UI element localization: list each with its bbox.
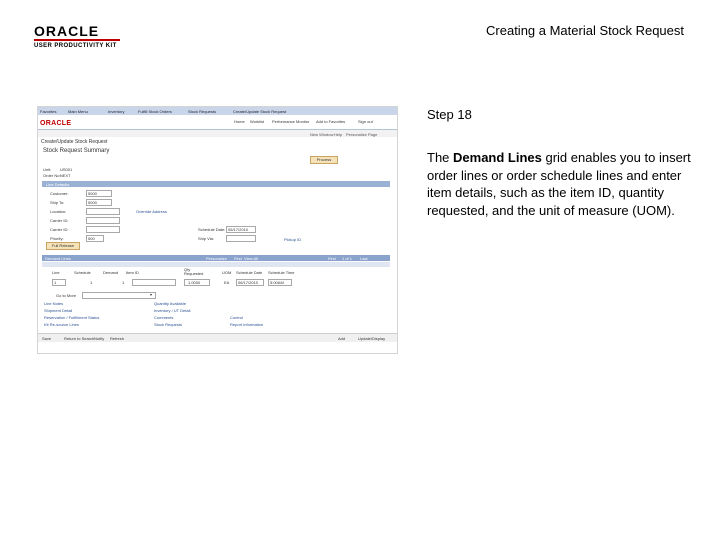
row-uom: EA (224, 280, 230, 285)
link-new-window[interactable]: New Window (310, 132, 333, 137)
summary-heading: Stock Request Summary (43, 148, 110, 154)
page-title: Creating a Material Stock Request (486, 23, 684, 38)
nav-stock-requests[interactable]: Stock Requests (188, 109, 216, 114)
footer-update-display[interactable]: Update/Display (358, 336, 385, 341)
link-line-notes[interactable]: Line Notes (44, 301, 63, 306)
field-label-location: Location: (50, 209, 67, 214)
col-schedule-date: Schedule Date (236, 270, 263, 275)
row-time: 5:00AM (270, 280, 284, 285)
link-shipment-detail[interactable]: Shipment Detail (44, 308, 72, 313)
footer-notify[interactable]: Notify (94, 336, 104, 341)
item-id-input[interactable] (132, 279, 176, 286)
row-demand: 1 (122, 280, 125, 285)
line-defaults-title: Line Defaults (46, 182, 70, 187)
footer-add[interactable]: Add (338, 336, 345, 341)
row-qty: 1.0000 (188, 280, 201, 285)
shipto-value: 5000 (88, 200, 97, 205)
grid-tab-row (42, 262, 390, 267)
grid-last[interactable]: Last (360, 256, 368, 261)
location-input[interactable] (86, 208, 120, 215)
schedule-date-value: 06/17/2010 (228, 227, 249, 232)
link-personalize[interactable]: Personalize Page (346, 132, 377, 137)
col-schedule-time: Schedule Time (268, 270, 295, 275)
process-button[interactable]: Process (310, 156, 338, 164)
col-demand: Demand (103, 270, 119, 275)
desc-bold: Demand Lines (453, 150, 542, 165)
carrier-input[interactable] (86, 217, 120, 224)
link-stock-requests[interactable]: Stock Requests (154, 322, 182, 327)
demand-lines-title: Demand Lines (45, 256, 71, 261)
col-item-id: Item ID (126, 270, 139, 275)
logo-main-text: ORACLE (34, 23, 100, 39)
order-label: Order No: (43, 173, 61, 178)
logo-sub-text: USER PRODUCTIVITY KIT (34, 43, 117, 49)
link-performance[interactable]: Performance Monitor (272, 119, 309, 124)
col-uom: UOM (222, 270, 232, 275)
app-oracle-logo: ORACLE (40, 120, 72, 127)
link-reservation[interactable]: Reservation / Fulfillment Status (44, 315, 99, 320)
field-label-shipto: Ship To: (50, 200, 65, 205)
nav-create-update[interactable]: Create/Update Stock Request (233, 109, 286, 114)
link-worklist[interactable]: Worklist (250, 119, 264, 124)
grid-personalize[interactable]: Personalize (206, 256, 227, 261)
carrier-input-2[interactable] (86, 226, 120, 233)
link-signout[interactable]: Sign out (358, 119, 373, 124)
link-report-info[interactable]: Report Information (230, 322, 263, 327)
order-value: NEXT (60, 173, 71, 178)
go-to-select[interactable] (82, 292, 156, 299)
link-control[interactable]: Control (230, 315, 243, 320)
grid-view-all[interactable]: View All (244, 256, 258, 261)
go-to-label: Go to More (56, 293, 77, 298)
col-line: Line (52, 270, 60, 275)
ship-via-input[interactable] (226, 235, 256, 242)
footer-return-search[interactable]: Return to Search (64, 336, 94, 341)
grid-first[interactable]: First (328, 256, 336, 261)
row-date: 06/17/2010 (238, 280, 259, 285)
step-label: Step 18 (427, 107, 472, 122)
unit-value: US001 (60, 167, 73, 172)
full-release-button[interactable]: Full Release (46, 242, 80, 250)
row-schedule: 1 (90, 280, 93, 285)
link-quantity-available[interactable]: Quantity Available (154, 301, 186, 306)
link-home[interactable]: Home (234, 119, 245, 124)
app-page-heading: Create/Update Stock Request (41, 139, 108, 145)
link-comments[interactable]: Comments (154, 315, 173, 320)
override-address-link[interactable]: Override Address (136, 209, 167, 214)
breadcrumb-nav: Favorites Main Menu Inventory Fulfill St… (38, 107, 397, 115)
grid-find[interactable]: Find (234, 256, 242, 261)
field-label-customer: Customer: (50, 191, 69, 196)
footer-save[interactable]: Save (42, 336, 51, 341)
field-label-carrier: Carrier ID: (50, 218, 69, 223)
ship-via-label: Ship Via: (198, 236, 214, 241)
col-qty-requested: Qty Requested (184, 267, 204, 276)
schedule-date-label: Schedule Date: (198, 227, 226, 232)
link-kit-resource[interactable]: Kit Re-source Lines (44, 322, 79, 327)
col-schedule: Schedule (74, 270, 91, 275)
nav-favorites[interactable]: Favorites (40, 109, 56, 114)
utility-band: New Window Help Personalize Page (38, 130, 397, 137)
customer-value: 5000 (88, 191, 97, 196)
row-line: 1 (54, 280, 57, 285)
link-favorites[interactable]: Add to Favorites (316, 119, 345, 124)
field-label-priority: Priority: (50, 236, 64, 241)
pickup-link[interactable]: Pickup ID (284, 237, 301, 242)
footer-refresh[interactable]: Refresh (110, 336, 124, 341)
priority-value: 500 (88, 236, 95, 241)
grid-count: 1 of 1 (342, 256, 353, 261)
step-description: The Demand Lines grid enables you to ins… (427, 149, 695, 219)
field-label-carrier-2: Carrier ID: (50, 227, 69, 232)
chevron-down-icon: ▾ (150, 292, 153, 297)
unit-label: Unit: (43, 167, 52, 172)
line-defaults-bar[interactable] (42, 181, 390, 187)
nav-main-menu[interactable]: Main Menu (68, 109, 88, 114)
desc-prefix: The (427, 150, 454, 165)
logo-rule (34, 39, 120, 41)
oracle-upk-logo: ORACLE USER PRODUCTIVITY KIT (34, 24, 124, 50)
link-help[interactable]: Help (334, 132, 342, 137)
nav-inventory[interactable]: Inventory (108, 109, 124, 114)
link-inventory-detail[interactable]: Inventory / UT Detail (154, 308, 190, 313)
nav-fulfill[interactable]: Fulfill Stock Orders (138, 109, 172, 114)
application-screenshot: Favorites Main Menu Inventory Fulfill St… (37, 106, 398, 354)
